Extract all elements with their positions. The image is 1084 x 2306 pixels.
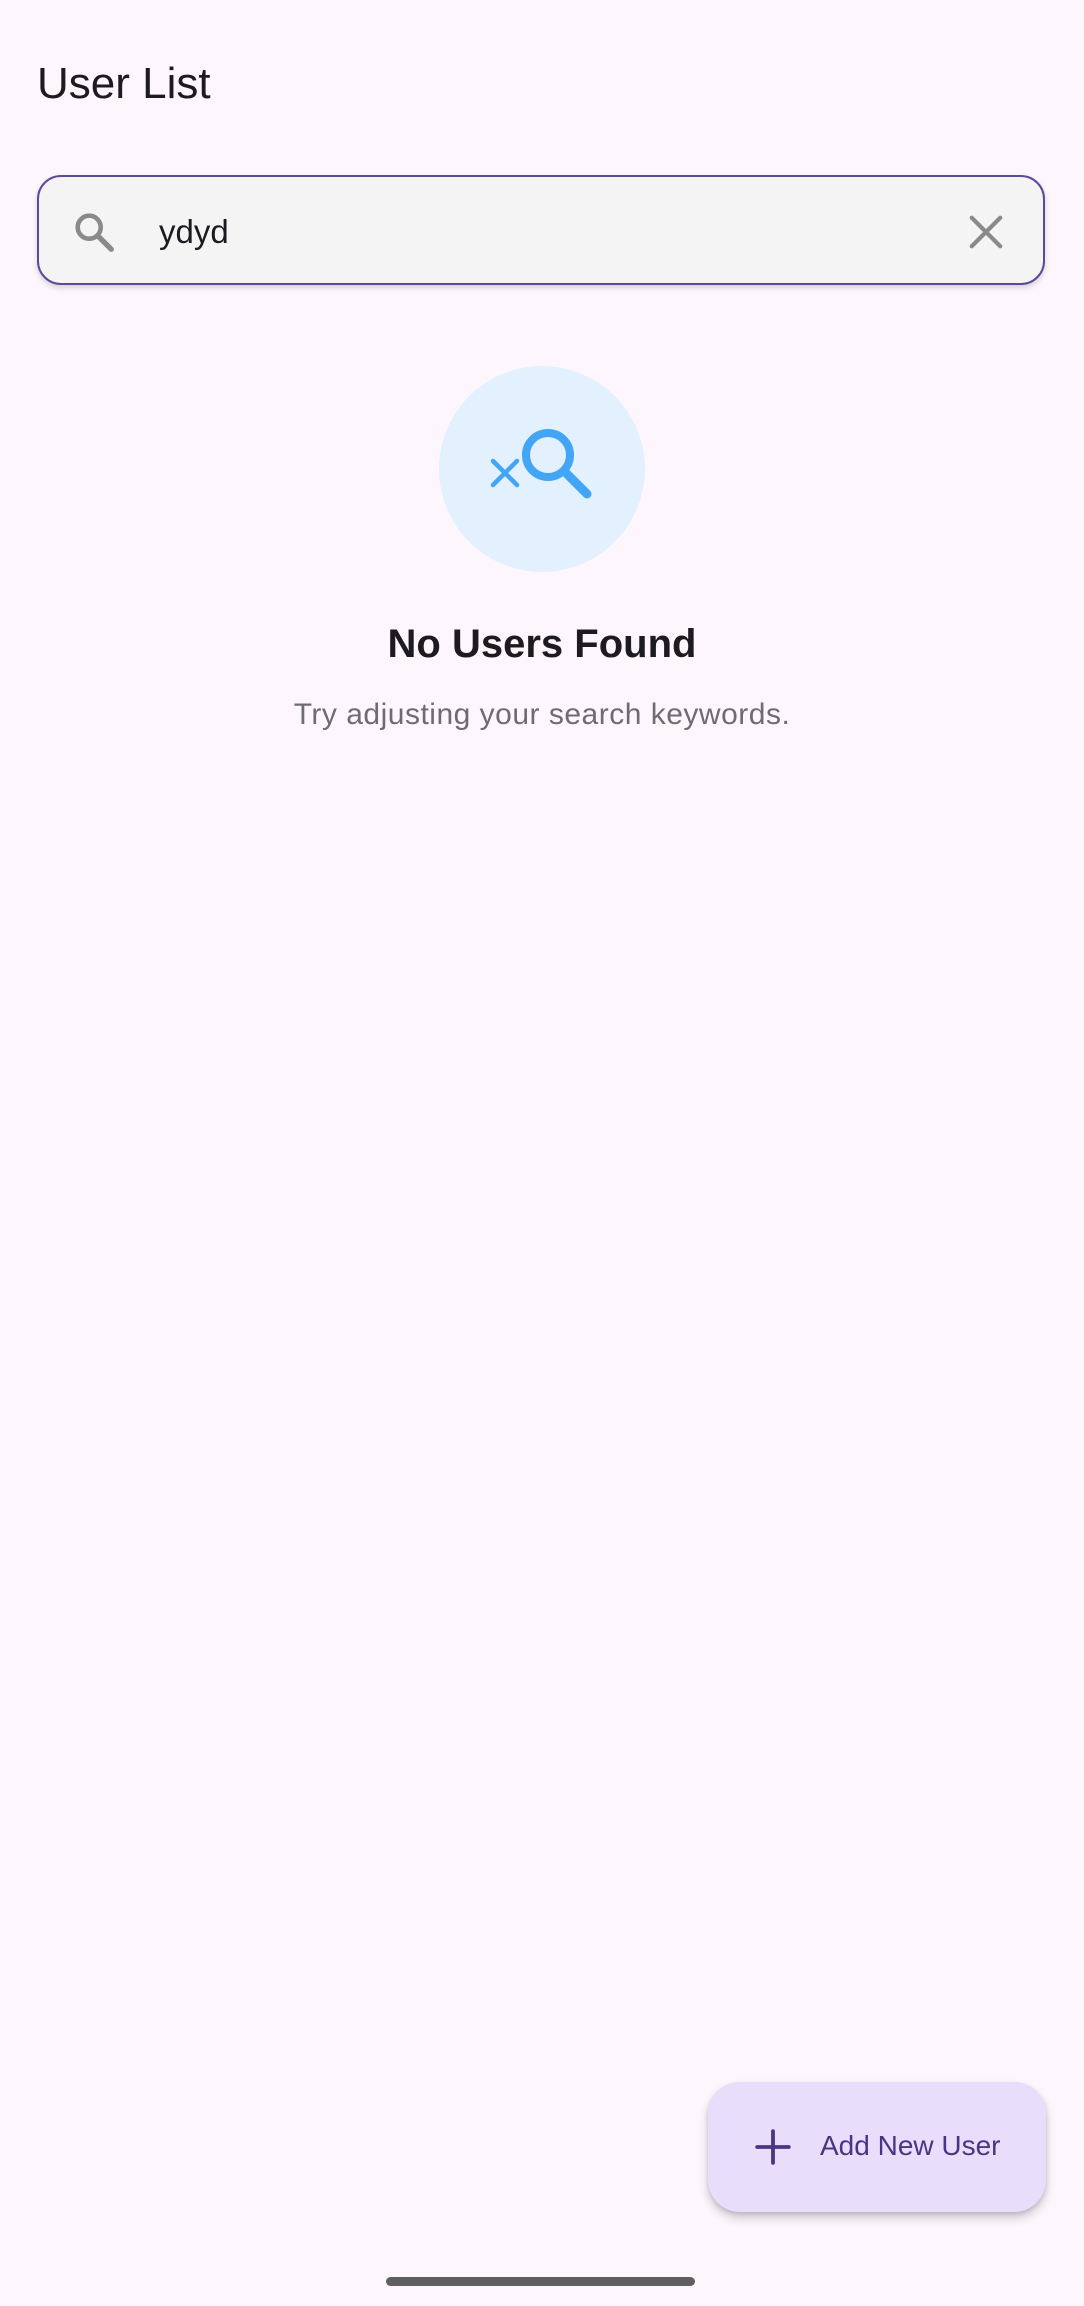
close-icon (969, 215, 1003, 249)
home-indicator[interactable] (386, 2277, 695, 2286)
app-bar: User List (0, 0, 1084, 170)
empty-state-title: No Users Found (387, 622, 697, 666)
empty-state-subtitle: Try adjusting your search keywords. (293, 698, 791, 731)
search-input[interactable] (159, 202, 939, 262)
add-new-user-button[interactable]: Add New User (708, 2082, 1046, 2212)
search-icon (71, 209, 117, 255)
add-new-user-label: Add New User (820, 2130, 1001, 2161)
add-icon (754, 2128, 792, 2166)
clear-search-button[interactable] (957, 203, 1015, 261)
search-bar[interactable] (37, 175, 1045, 285)
page-title: User List (37, 59, 211, 108)
search-off-icon (490, 429, 592, 499)
empty-state-illustration (439, 366, 645, 572)
